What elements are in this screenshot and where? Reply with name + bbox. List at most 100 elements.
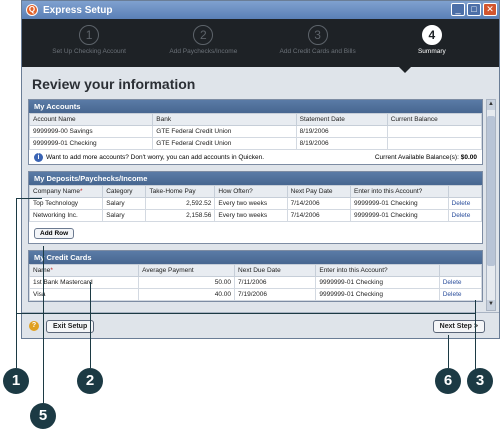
account-field[interactable]: 9999999-01 Checking [350, 209, 449, 222]
callout-2: 2 [77, 368, 103, 394]
step-label: Add Credit Cards and Bills [279, 48, 356, 55]
account-field[interactable]: 9999999-01 Checking [350, 197, 449, 210]
bank: GTE Federal Credit Union [152, 137, 297, 150]
take-home-pay-field[interactable]: 2,158.56 [145, 209, 216, 222]
table-row: Networking Inc. Salary 2,158.56 Every tw… [28, 209, 483, 222]
quicken-logo-icon: Q [26, 4, 38, 16]
callout-line [16, 198, 42, 199]
credit-cards-table: Name* Average Payment Next Due Date Ente… [28, 264, 483, 301]
minimize-button[interactable]: _ [451, 3, 465, 16]
section-header: My Accounts [29, 100, 482, 113]
step-1[interactable]: 1 Set Up Checking Account [39, 25, 139, 55]
average-payment-field[interactable]: 40.00 [138, 288, 236, 301]
average-payment-field[interactable]: 50.00 [138, 276, 236, 289]
close-button[interactable]: ✕ [483, 3, 497, 16]
category-field[interactable]: Salary [102, 197, 147, 210]
accounts-section: My Accounts Account Name Bank Statement … [28, 99, 483, 165]
column-header: Next Due Date [234, 264, 317, 277]
column-header: Name* [28, 264, 140, 277]
callout-6: 6 [435, 368, 461, 394]
next-pay-date-field[interactable]: 7/14/2006 [286, 197, 352, 210]
current-balance [386, 125, 483, 138]
delete-link[interactable]: Delete [443, 279, 462, 286]
scroll-down-arrow-icon[interactable]: ▼ [487, 300, 495, 310]
column-header: Statement Date [295, 113, 388, 126]
column-header: Company Name* [28, 185, 104, 198]
step-label: Set Up Checking Account [52, 48, 126, 55]
account-name: 9999999-01 Checking [28, 137, 154, 150]
page-title: Review your information [32, 76, 196, 92]
setup-steps: 1 Set Up Checking Account 2 Add Paychecks/… [22, 19, 499, 73]
callout-5: 5 [30, 403, 56, 429]
account-field[interactable]: 9999999-01 Checking [315, 276, 440, 289]
balance-label: Current Available Balance(s): [374, 153, 459, 161]
section-header: My Deposits/Paychecks/Income [29, 172, 482, 185]
callout-line [43, 246, 44, 404]
delete-link[interactable]: Delete [452, 200, 471, 207]
next-due-date-field[interactable]: 7/19/2006 [234, 288, 317, 301]
title-bar: Q Express Setup _ □ ✕ [22, 1, 499, 19]
step-number: 2 [193, 25, 214, 45]
next-due-date-field[interactable]: 7/11/2006 [234, 276, 317, 289]
scrollbar-thumb[interactable] [487, 116, 495, 266]
take-home-pay-field[interactable]: 2,592.52 [145, 197, 216, 210]
how-often-field[interactable]: Every two weeks [214, 197, 288, 210]
step-number: 1 [79, 25, 100, 45]
statement-date: 8/19/2006 [295, 137, 388, 150]
step-3[interactable]: 3 Add Credit Cards and Bills [268, 25, 368, 55]
add-row-button[interactable]: Add Row [34, 228, 75, 239]
exit-setup-button[interactable]: Exit Setup [46, 320, 95, 333]
table-row: Top Technology Salary 2,592.52 Every two… [28, 197, 483, 210]
next-pay-date-field[interactable]: 7/14/2006 [286, 209, 352, 222]
card-name-field[interactable]: 1st Bank Mastercard [28, 276, 140, 289]
company-name-field[interactable]: Networking Inc. [28, 209, 104, 222]
callout-line [448, 335, 449, 368]
statement-date: 8/19/2006 [295, 125, 388, 138]
callout-3: 3 [467, 368, 493, 394]
current-balance [386, 137, 483, 150]
maximize-button[interactable]: □ [467, 3, 481, 16]
next-step-button[interactable]: Next Step > [432, 320, 485, 333]
window-title: Express Setup [43, 4, 113, 16]
account-name: 9999999-00 Savings [28, 125, 154, 138]
column-header: How Often? [214, 185, 288, 198]
delete-link[interactable]: Delete [443, 291, 462, 298]
how-often-field[interactable]: Every two weeks [214, 209, 288, 222]
deposits-table: Company Name* Category Take-Home Pay How… [28, 185, 483, 222]
deposits-section: My Deposits/Paychecks/Income Company Nam… [28, 171, 483, 244]
callout-line [16, 198, 17, 368]
step-4[interactable]: 4 Summary [382, 25, 482, 55]
accounts-table: Account Name Bank Statement Date Current… [28, 113, 483, 150]
column-header: Enter into this Account? [350, 185, 449, 198]
scroll-up-arrow-icon[interactable]: ▲ [487, 100, 495, 110]
callout-line [16, 313, 476, 314]
account-field[interactable]: 9999999-01 Checking [315, 288, 440, 301]
review-content: My Accounts Account Name Bank Statement … [28, 99, 483, 311]
column-header: Enter into this Account? [315, 264, 440, 277]
step-number: 3 [307, 25, 328, 45]
callout-line [90, 282, 91, 368]
table-row: Visa 40.00 7/19/2006 9999999-01 Checking… [28, 288, 483, 301]
card-name-field[interactable]: Visa [28, 288, 140, 301]
info-text: Want to add more accounts? Don't worry, … [46, 153, 265, 161]
callout-line [475, 300, 476, 370]
column-header [447, 185, 483, 198]
step-number: 4 [421, 25, 442, 45]
column-header: Account Name [28, 113, 154, 126]
column-header: Next Pay Date [286, 185, 352, 198]
express-setup-window: Q Express Setup _ □ ✕ 1 Set Up Checking A… [21, 0, 500, 339]
column-header: Bank [152, 113, 297, 126]
help-icon[interactable]: ? [29, 321, 39, 331]
delete-link[interactable]: Delete [452, 212, 471, 219]
column-header: Take-Home Pay [145, 185, 216, 198]
info-icon: i [34, 152, 43, 162]
accounts-info-bar: i Want to add more accounts? Don't worry,… [29, 150, 482, 164]
step-2[interactable]: 2 Add Paychecks/Income [153, 25, 253, 55]
table-row: 9999999-00 Savings GTE Federal Credit Un… [28, 125, 483, 138]
company-name-field[interactable]: Top Technology [28, 197, 104, 210]
vertical-scrollbar[interactable]: ▲ ▼ [486, 99, 496, 311]
column-header: Current Balance [386, 113, 483, 126]
footer-bar: ? Exit Setup Next Step > [22, 312, 499, 338]
callout-1: 1 [3, 368, 29, 394]
category-field[interactable]: Salary [102, 209, 147, 222]
